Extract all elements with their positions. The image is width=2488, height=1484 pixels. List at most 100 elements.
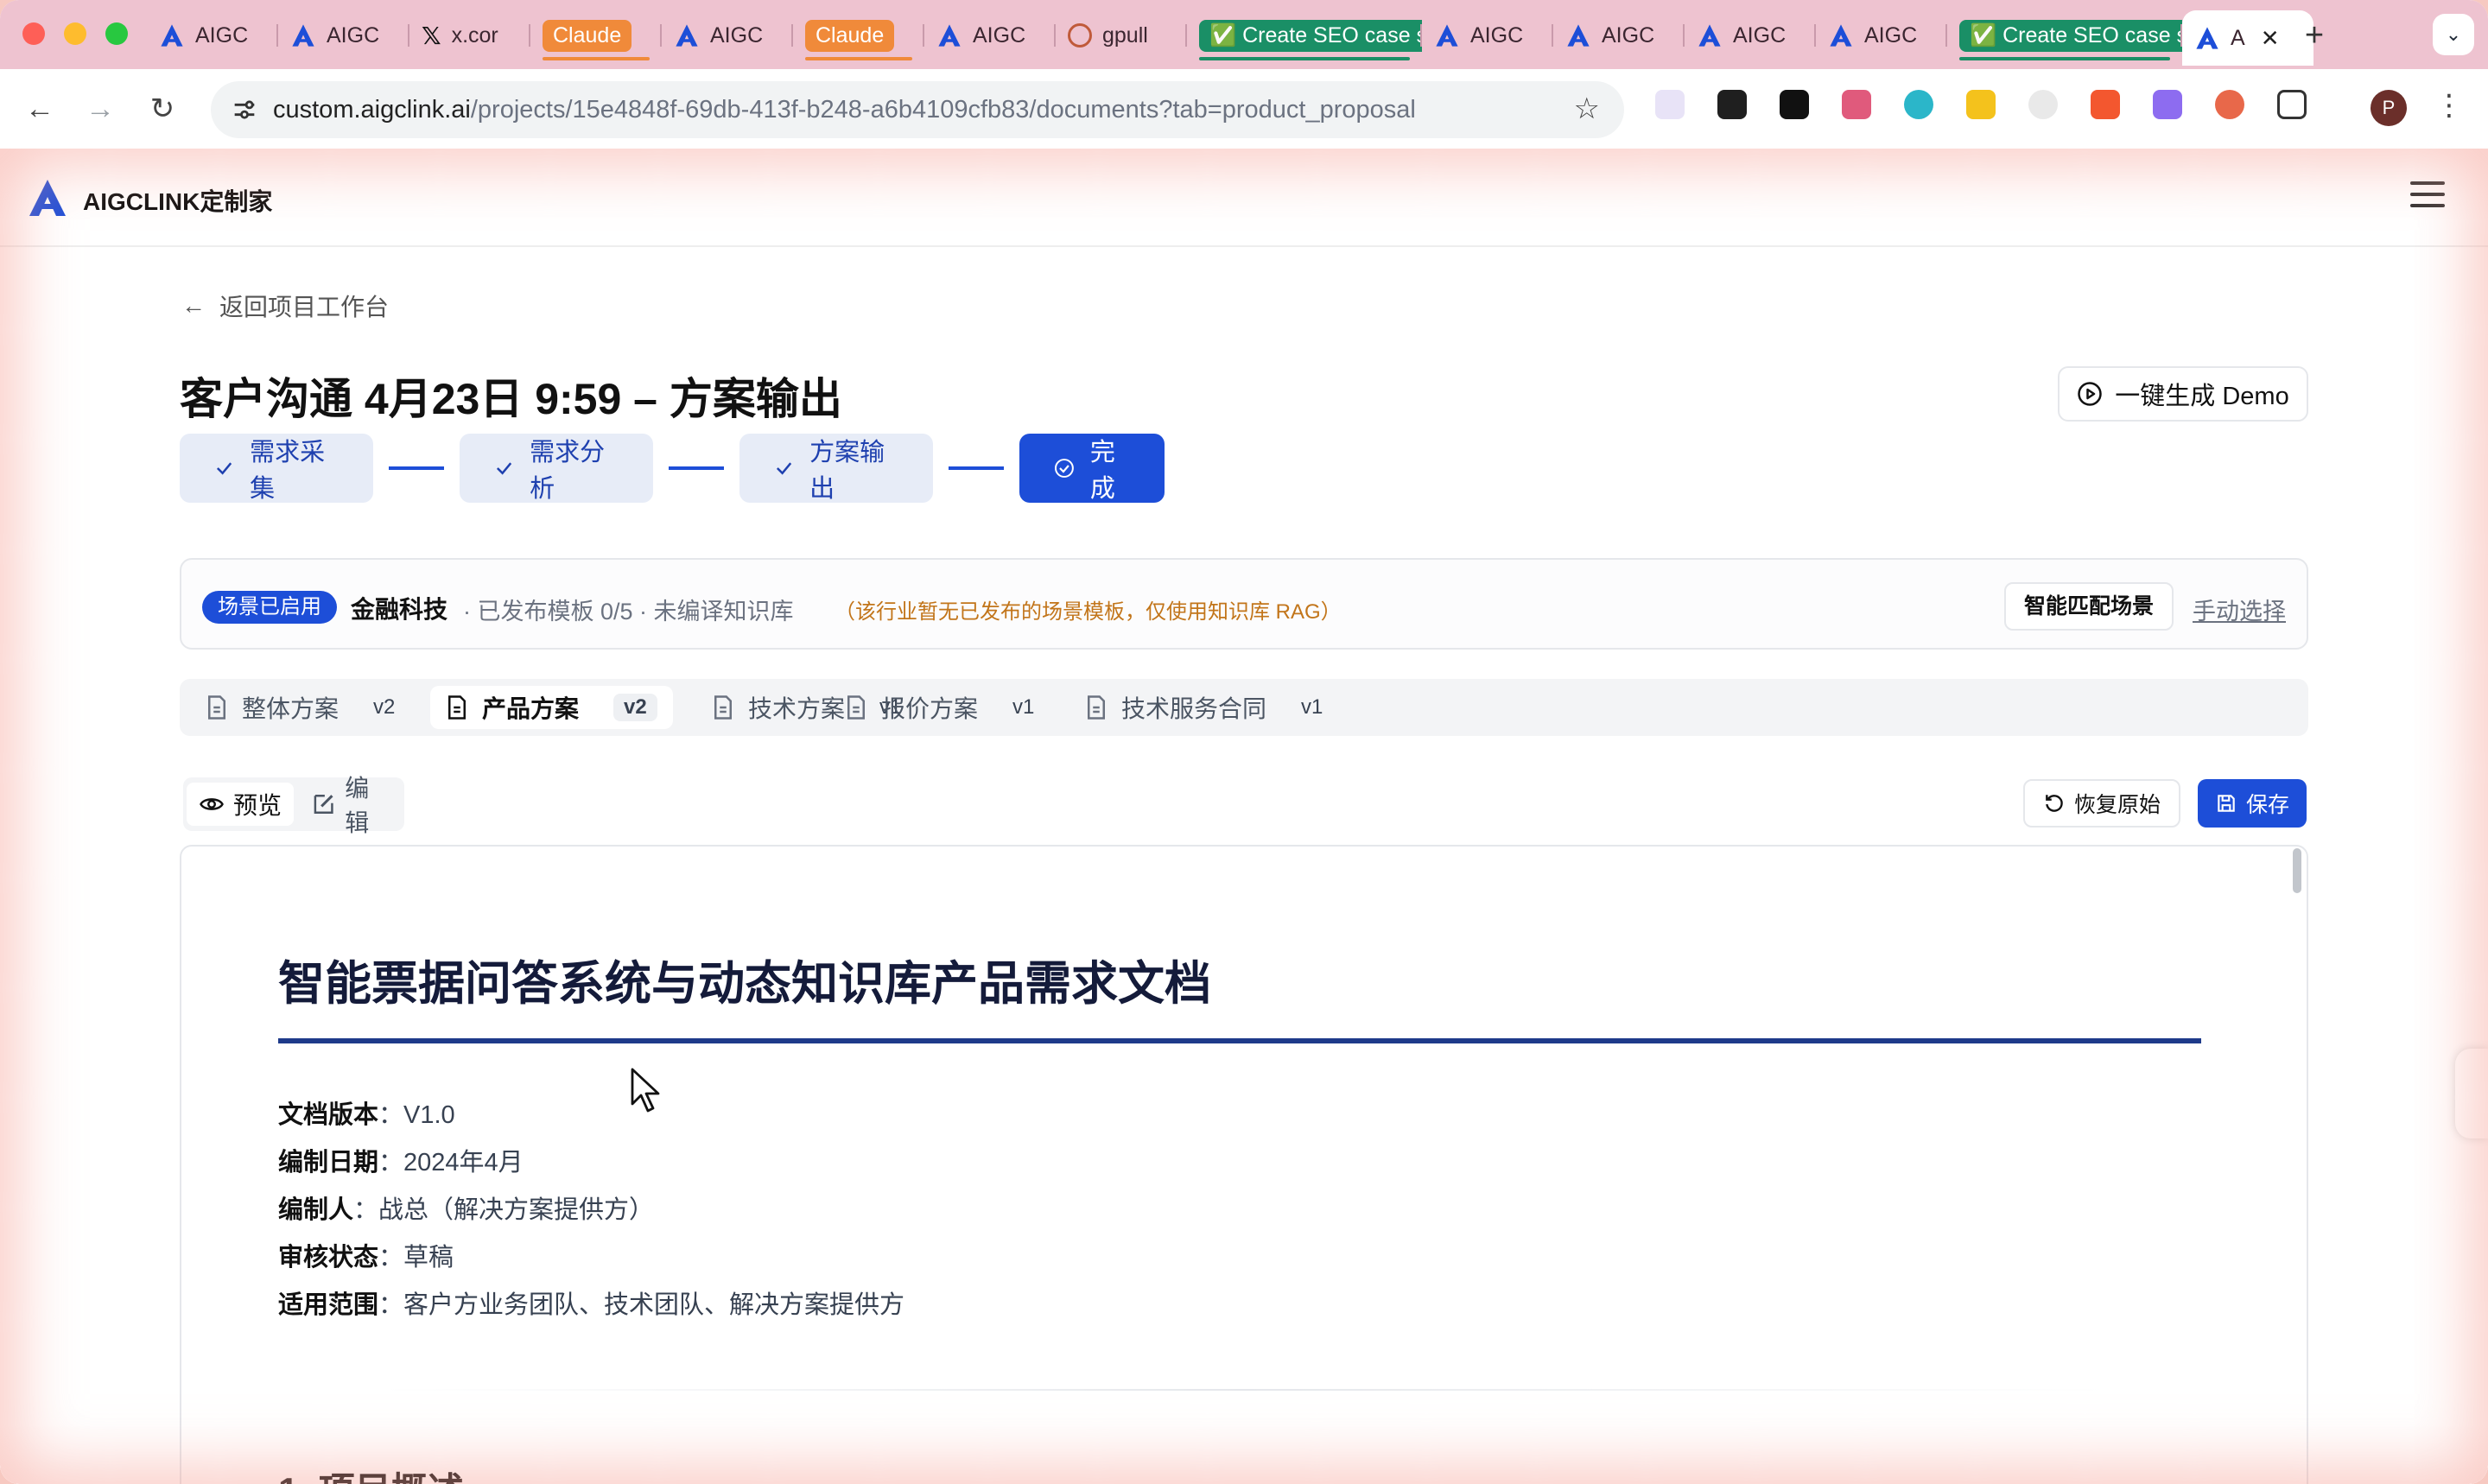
aigc-favicon-icon [1697,22,1723,48]
scene-warning: （该行业暂无已发布的场景模板，仅使用知识库 RAG） [835,600,1342,624]
brand-name[interactable]: AIGCLINK定制家 [83,183,272,218]
extension-icon[interactable] [1842,90,1871,119]
edit-button[interactable]: 编辑 [299,775,404,836]
save-icon [2218,795,2235,812]
smart-match-button[interactable]: 智能匹配场景 [2004,582,2174,631]
industry-label: 金融科技 [351,596,448,623]
new-tab-button[interactable]: + [2294,16,2334,55]
document-scrollbar[interactable] [2293,848,2301,893]
extension-icon[interactable] [2153,90,2182,119]
browser-tab[interactable]: AIGC [1816,10,1947,60]
address-bar[interactable]: custom.aigclink.ai/projects/15e4848f-69d… [211,81,1624,138]
close-tab-icon[interactable]: ✕ [2261,25,2280,52]
step-connector [669,466,724,470]
doc-tab-4[interactable]: 报价方案 v1 [829,686,1050,729]
doc-tab-2[interactable]: 产品方案 v2 [430,686,673,729]
meta-colon: ： [378,1244,404,1272]
step-1[interactable]: 需求采集 [180,434,373,503]
title-divider [278,1038,2201,1043]
step-4[interactable]: 完成 [1019,434,1165,503]
browser-window: AIGC AIGC 𝕏x.cor Claude AIGC Claude AIGC gpull ✅… [0,0,2488,1484]
extension-icon[interactable] [1904,90,1933,119]
extension-icon[interactable] [1966,90,1996,119]
close-window-button[interactable] [22,22,45,45]
bookmark-star-icon[interactable]: ☆ [1574,92,1600,126]
meta-colon: ： [378,1291,404,1319]
hamburger-menu-icon[interactable] [2410,181,2445,211]
tab-search-button[interactable]: ⌄ [2433,14,2474,55]
browser-tab[interactable]: AIGC [1685,10,1816,60]
step-3[interactable]: 方案输出 [739,434,933,503]
browser-tab[interactable]: AIGC [1422,10,1553,60]
browser-tab[interactable]: 𝕏x.cor [409,10,530,60]
browser-tab[interactable]: AIGC [147,10,278,60]
profile-avatar[interactable]: P [2371,90,2407,126]
section-divider [380,1389,2108,1391]
extensions-puzzle-icon[interactable] [2277,90,2307,119]
browser-menu-icon[interactable]: ⋮ [2434,88,2464,123]
browser-tab[interactable]: gpull [1056,10,1187,60]
doc-tab-version: v2 [613,694,657,721]
section-heading: 1. 项目概述 [278,1462,464,1484]
browser-tab-label: AIGC [710,22,764,48]
edit-label: 编辑 [345,775,370,836]
doc-tab-1[interactable]: 整体方案 v2 [190,686,410,729]
back-to-workspace-link[interactable]: ← 返回项目工作台 [181,289,389,323]
browser-tab[interactable]: Claude [793,10,924,60]
window-controls [22,22,128,45]
doc-tab-version: v2 [373,695,396,719]
meta-row: 审核状态：草稿 [278,1234,904,1282]
view-mode-toggle: 预览 编辑 [183,775,404,836]
side-panel-handle[interactable] [2455,1049,2488,1138]
browser-tab[interactable]: ✅ Create SEO case s [1947,10,2182,60]
generate-demo-label: 一键生成 Demo [2115,383,2289,410]
minimize-window-button[interactable] [64,22,86,45]
meta-value: 战总（解决方案提供方） [378,1196,655,1224]
extension-icon[interactable] [1655,90,1685,119]
extension-icon[interactable] [1717,90,1747,119]
tab-list: AIGC AIGC 𝕏x.cor Claude AIGC Claude AIGC gpull ✅… [147,10,2313,66]
generate-demo-button[interactable]: 一键生成 Demo [2058,366,2308,422]
progress-stepper: 需求采集 需求分析 方案输出 完成 [180,434,1165,503]
tab-group-underline [805,57,912,60]
browser-tab[interactable]: AIGC [924,10,1056,60]
check-icon [216,462,232,475]
zoom-window-button[interactable] [105,22,128,45]
extension-icon[interactable] [2215,90,2244,119]
reload-icon[interactable]: ↻ [142,88,183,130]
extension-icon[interactable] [2028,90,2058,119]
browser-tab[interactable]: ✅ Create SEO case s [1187,10,1422,60]
forward-arrow-icon[interactable]: → [79,88,121,130]
aigc-favicon-icon [936,22,962,48]
tab-group-underline [1199,57,1410,60]
step-2[interactable]: 需求分析 [460,434,653,503]
browser-tab[interactable]: AIGC [662,10,793,60]
browser-tab-label: ✅ Create SEO case s [1199,19,1422,52]
browser-tab[interactable]: AIGC [1553,10,1685,60]
edit-icon [314,795,333,814]
browser-tab[interactable]: Claude [530,10,662,60]
site-info-icon[interactable] [230,95,259,124]
meta-value: 客户方业务团队、技术团队、解决方案提供方 [403,1291,905,1319]
meta-row: 编制人：战总（解决方案提供方） [278,1187,904,1234]
browser-tab-label: Claude [805,19,895,52]
document-preview[interactable]: 智能票据问答系统与动态知识库产品需求文档 文档版本：V1.0 编制日期：2024年… [180,845,2308,1484]
preview-button[interactable]: 预览 [187,783,295,826]
aigc-favicon-icon [1565,22,1591,48]
preview-label: 预览 [233,792,282,819]
manual-select-link[interactable]: 手动选择 [2193,593,2286,626]
doc-tab-label: 整体方案 [242,695,340,722]
doc-tab-5[interactable]: 技术服务合同 v1 [1069,686,1338,729]
browser-tab[interactable]: AIGC [278,10,409,60]
extension-icon[interactable] [2091,90,2120,119]
aigclink-logo-icon[interactable] [26,176,69,219]
save-button[interactable]: 保存 [2198,779,2307,828]
back-arrow-icon[interactable]: ← [19,88,60,130]
browser-toolbar: ← → ↻ custom.aigclink.ai/projects/15e484… [0,69,2488,149]
restore-original-button[interactable]: 恢复原始 [2023,779,2180,828]
scene-meta: · 已发布模板 0/5 · 未编译知识库 [463,599,794,625]
back-link-label: 返回项目工作台 [219,294,390,320]
meta-value: V1.0 [403,1101,455,1129]
extension-icon[interactable] [1780,90,1809,119]
meta-colon: ： [378,1149,404,1176]
